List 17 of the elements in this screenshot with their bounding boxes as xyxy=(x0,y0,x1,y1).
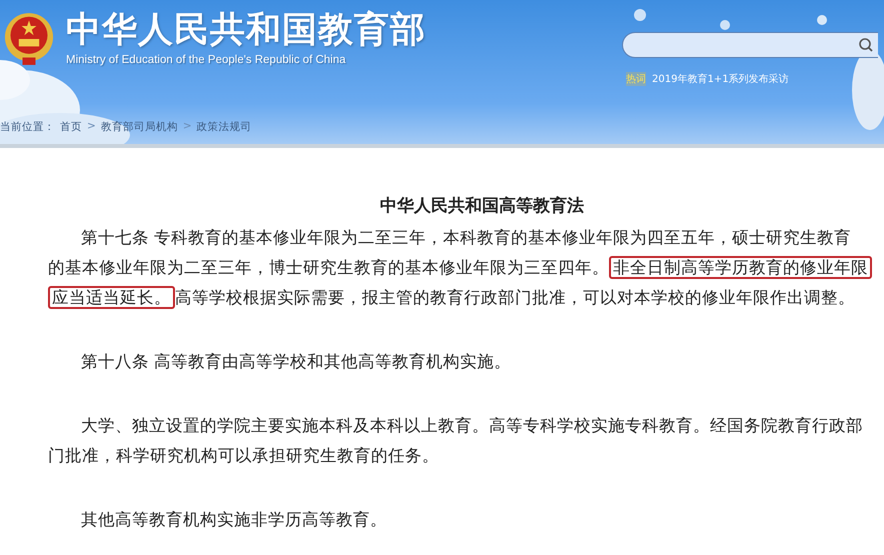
breadcrumb-label: 当前位置： xyxy=(0,120,55,134)
paragraph: 第十八条 高等教育由高等学校和其他高等教育机构实施。 xyxy=(80,351,512,373)
paragraph: 大学、独立设置的学院主要实施本科及本科以上教育。高等专科学校实施专科教育。经国务院教育行政部门批准，科学研究机构可以承担研究生教育的任务。 xyxy=(48,415,864,467)
breadcrumb-link[interactable]: 首页 xyxy=(60,120,82,134)
search-icon[interactable] xyxy=(858,37,874,53)
breadcrumb-link[interactable]: 教育部司局机构 xyxy=(100,120,178,134)
breadcrumb-link[interactable]: 政策法规司 xyxy=(196,120,252,134)
site-subtitle: Ministry of Education of the People's Republic of China xyxy=(66,54,347,66)
breadcrumb-separator: > xyxy=(87,120,96,134)
search-field[interactable] xyxy=(622,32,878,58)
breadcrumb-separator: > xyxy=(182,120,192,134)
site-title: 中华人民共和国教育部 xyxy=(66,9,426,52)
paragraph: 其他高等教育机构实施非学历高等教育。 xyxy=(80,509,388,531)
hot-label: 热词 xyxy=(626,72,646,86)
hot-topic-link[interactable]: 2019年教育1+1系列发布采访 xyxy=(652,72,789,86)
emblem-icon xyxy=(4,10,54,68)
article-title: 中华人民共和国高等教育法 xyxy=(379,195,585,217)
